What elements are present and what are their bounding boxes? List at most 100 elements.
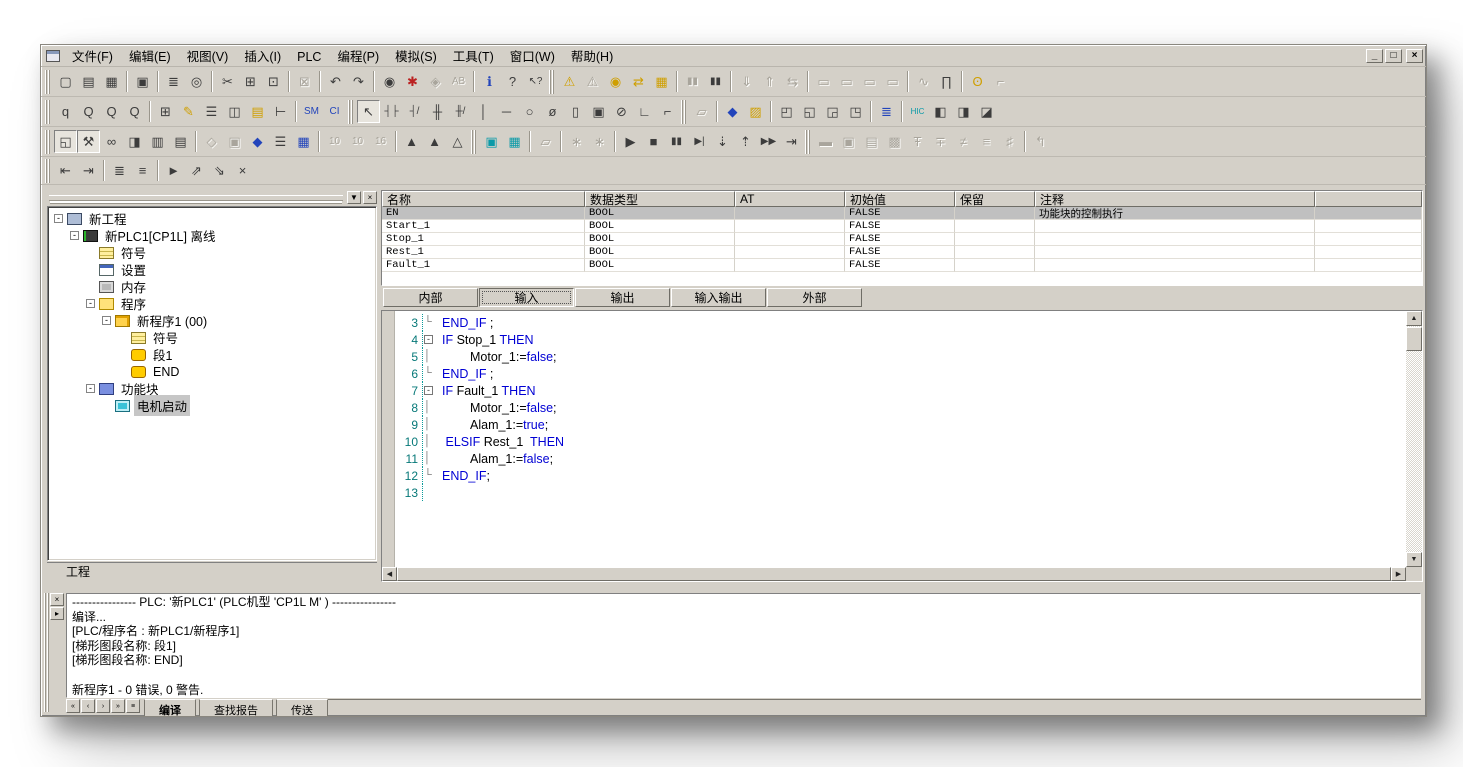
rung-comment-button[interactable]: ✎ [177, 100, 200, 123]
block-right-button[interactable]: ⇥ [77, 159, 100, 182]
new-contact-button[interactable]: ┤├ [380, 100, 403, 123]
redo-button[interactable]: ↷ [347, 70, 370, 93]
tree-expand-icon[interactable]: - [102, 316, 111, 325]
new-closed-contact-button[interactable]: ┤/ [403, 100, 426, 123]
fb-online-edit-button[interactable]: ▣ [223, 130, 246, 153]
pv-monitor-2-button[interactable]: ▣ [837, 130, 860, 153]
table-cell[interactable] [1035, 233, 1315, 246]
go-to-input-button[interactable]: ► [162, 159, 185, 182]
online-edit-check-button[interactable]: ▦ [650, 70, 673, 93]
replace-button[interactable]: ✱ [401, 70, 424, 93]
program-check-button[interactable]: ▨ [744, 100, 767, 123]
mnemonic-view-button[interactable]: SM [300, 100, 323, 123]
toolbar-drag-handle[interactable] [549, 70, 554, 94]
monitor-a-button[interactable]: ▭ [835, 70, 858, 93]
sim-continuous-button[interactable]: ▶▶ [757, 130, 780, 153]
tree-item[interactable]: 内存 [50, 278, 374, 295]
column-header[interactable]: 数据类型 [585, 191, 735, 207]
table-cell[interactable]: BOOL [585, 207, 735, 220]
menu-视图[interactable]: 视图(V) [179, 48, 237, 66]
upload-button[interactable]: ⇑ [758, 70, 781, 93]
new-closed-contact-or-button[interactable]: ╫/ [449, 100, 472, 123]
go-to-next-address-button[interactable]: ⇘ [208, 159, 231, 182]
help-topics-button[interactable]: ? [501, 70, 524, 93]
page-setup-button[interactable]: ▣ [131, 70, 154, 93]
tab-输入[interactable]: 输入 [479, 288, 574, 307]
scroll-left-icon[interactable]: ◀ [382, 567, 397, 581]
table-cell[interactable] [1035, 246, 1315, 259]
tree-expand-icon[interactable]: - [54, 214, 63, 223]
pv-monitor-3-button[interactable]: ▤ [860, 130, 883, 153]
output-nav-4-icon[interactable]: ≡ [126, 699, 140, 713]
output-tab-传送[interactable]: 传送 [276, 699, 328, 717]
force-status-button[interactable]: ʘ [966, 70, 989, 93]
tab-输出[interactable]: 输出 [575, 288, 670, 307]
block-left-button[interactable]: ⇤ [54, 159, 77, 182]
address-reference-tool-button[interactable]: ≣ [875, 100, 898, 123]
table-cell[interactable]: Rest_1 [382, 246, 585, 259]
section-list-button[interactable]: ▤ [246, 100, 269, 123]
table-cell[interactable] [955, 233, 1035, 246]
vertical-scroll-thumb[interactable] [1406, 327, 1422, 351]
new-pb-instruction-button[interactable]: ▣ [587, 100, 610, 123]
tree-item[interactable]: 符号 [50, 329, 374, 346]
properties-button[interactable]: ▤ [169, 130, 192, 153]
column-header[interactable]: 保留 [955, 191, 1035, 207]
editor-vertical-scrollbar[interactable]: ▲ ▼ [1406, 311, 1422, 567]
output-dock-handle[interactable] [44, 593, 49, 712]
rung-wrap-button[interactable]: ◫ [223, 100, 246, 123]
table-cell[interactable] [1315, 246, 1422, 259]
io-comment-view-button[interactable]: ◨ [952, 100, 975, 123]
collapse-icon[interactable]: - [424, 386, 433, 395]
force-off-button[interactable]: ▲ [423, 130, 446, 153]
io-reset-button[interactable]: ◱ [798, 100, 821, 123]
code-line[interactable]: 7-IF Fault_1 THEN [396, 382, 1406, 399]
monitor-view-button[interactable]: ◪ [975, 100, 998, 123]
fb-transfer-button[interactable]: ▱ [690, 100, 713, 123]
context-help-button[interactable]: ↖? [524, 70, 547, 93]
code-line[interactable]: 10│ ELSIF Rest_1 THEN [396, 433, 1406, 450]
table-cell[interactable]: BOOL [585, 220, 735, 233]
output-nav-1-icon[interactable]: ‹ [81, 699, 95, 713]
workspace-toggle-button[interactable]: ◱ [54, 130, 77, 153]
output-close-button[interactable]: × [50, 593, 64, 606]
grid-button[interactable]: ⊞ [154, 100, 177, 123]
table-cell[interactable] [1315, 207, 1422, 220]
substitute-symbol-button[interactable]: AB [447, 70, 470, 93]
tree-item[interactable]: -功能块 [50, 380, 374, 397]
tree-item[interactable]: END [50, 363, 374, 380]
table-cell[interactable] [955, 259, 1035, 272]
tree-item[interactable]: 符号 [50, 244, 374, 261]
menu-文件[interactable]: 文件(F) [64, 48, 121, 66]
workspace-dock-bar[interactable]: ▼ × [47, 190, 377, 205]
watch-sheet-button[interactable]: ◧ [929, 100, 952, 123]
pause-monitoring-button[interactable]: ∗ [565, 130, 588, 153]
output-toggle-button[interactable]: ⚒ [77, 130, 100, 153]
dock-collapse-button[interactable]: ▼ [347, 191, 361, 204]
find-symbol-button[interactable]: ◈ [424, 70, 447, 93]
table-row[interactable]: Fault_1BOOLFALSE [382, 259, 1422, 272]
table-cell[interactable] [735, 233, 845, 246]
table-cell[interactable] [735, 207, 845, 220]
find-button[interactable]: ◉ [378, 70, 401, 93]
table-cell[interactable] [955, 246, 1035, 259]
sim-pause-button[interactable]: ▮▮ [665, 130, 688, 153]
new-horizontal-button[interactable]: ─ [495, 100, 518, 123]
new-closed-coil-button[interactable]: ø [541, 100, 564, 123]
st-code-editor[interactable]: 3└END_IF ;4-IF Stop_1 THEN5│Motor_1:=fal… [381, 310, 1423, 582]
hierarchy-button[interactable]: ⊢ [269, 100, 292, 123]
hic-monitor-button[interactable]: HIC [906, 100, 929, 123]
save-button[interactable]: ▦ [100, 70, 123, 93]
tree-item[interactable]: 段1 [50, 346, 374, 363]
tab-输入输出[interactable]: 输入输出 [671, 288, 766, 307]
app-icon[interactable] [46, 50, 60, 62]
tree-item[interactable]: -程序 [50, 295, 374, 312]
toolbar-drag-handle[interactable] [45, 130, 50, 154]
table-cell[interactable]: BOOL [585, 233, 735, 246]
table-cell[interactable] [735, 220, 845, 233]
line-delete-button[interactable]: ⌐ [656, 100, 679, 123]
paste-special-button[interactable]: ⊠ [293, 70, 316, 93]
close-button[interactable]: × [1406, 49, 1423, 63]
table-cell[interactable] [1035, 259, 1315, 272]
clear-search-button[interactable]: × [231, 159, 254, 182]
